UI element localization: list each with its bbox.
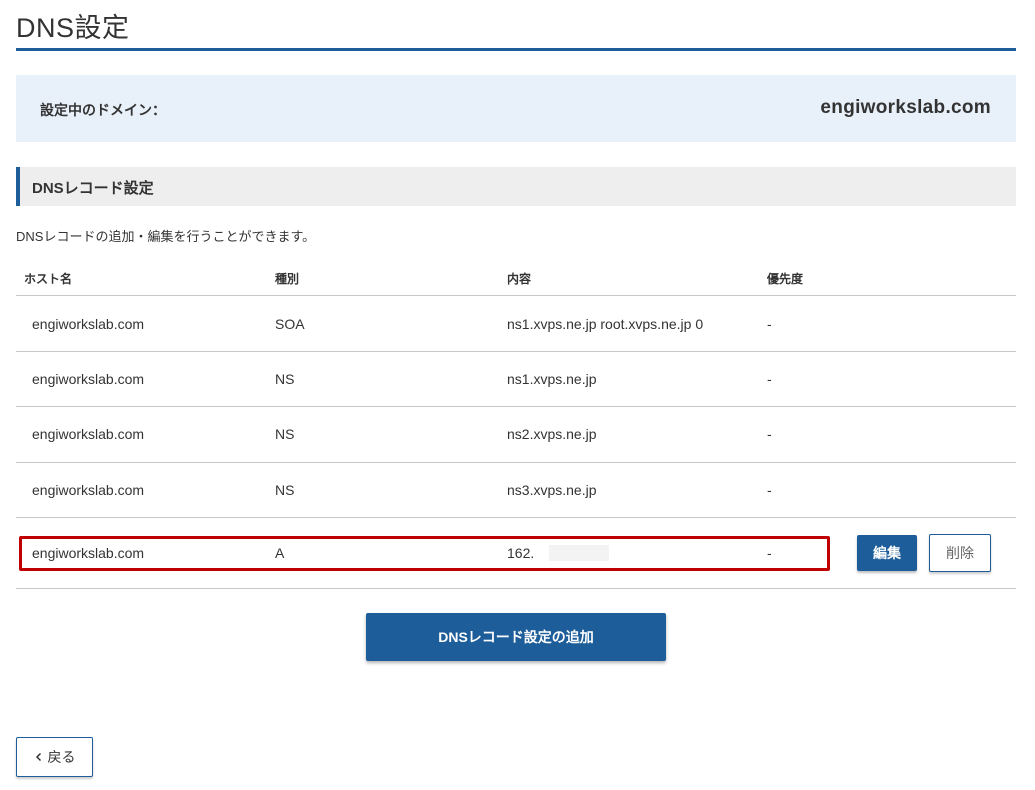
add-dns-record-button[interactable]: DNSレコード設定の追加 — [366, 613, 666, 661]
column-header-type: 種別 — [275, 272, 300, 286]
cell-host: engiworkslab.com — [32, 316, 145, 332]
cell-type: NS — [275, 482, 295, 498]
cell-priority: - — [767, 482, 772, 498]
delete-button[interactable]: 削除 — [929, 534, 991, 572]
current-domain-label: 設定中のドメイン： — [40, 102, 166, 118]
cell-type: SOA — [275, 316, 305, 332]
table-row: engiworkslab.com NS ns3.xvps.ne.jp - — [16, 463, 1016, 518]
table-header: ホスト名 種別 内容 優先度 — [16, 262, 1016, 296]
cell-content: ns3.xvps.ne.jp — [507, 482, 597, 498]
section-title: DNSレコード設定 — [32, 180, 154, 197]
cell-type: NS — [275, 371, 295, 387]
chevron-left-icon — [35, 752, 41, 762]
column-header-host: ホスト名 — [24, 272, 73, 286]
table-row: engiworkslab.com NS ns1.xvps.ne.jp - — [16, 352, 1016, 407]
current-domain-panel: 設定中のドメイン： engiworkslab.com — [16, 75, 1016, 142]
cell-priority: - — [767, 316, 772, 332]
highlight-annotation-box — [19, 536, 830, 571]
current-domain-value: engiworkslab.com — [820, 97, 991, 118]
page-title: DNS設定 — [16, 13, 130, 43]
cell-host: engiworkslab.com — [32, 371, 145, 387]
back-button-label: 戻る — [47, 749, 76, 765]
cell-content: ns2.xvps.ne.jp — [507, 426, 597, 442]
column-header-priority: 優先度 — [767, 272, 804, 286]
cell-content: ns1.xvps.ne.jp — [507, 371, 597, 387]
back-button[interactable]: 戻る — [16, 737, 93, 777]
column-header-content: 内容 — [507, 272, 532, 286]
cell-priority: - — [767, 426, 772, 442]
table-row: engiworkslab.com NS ns2.xvps.ne.jp - — [16, 407, 1016, 463]
cell-priority: - — [767, 371, 772, 387]
cell-type: NS — [275, 426, 295, 442]
title-divider — [16, 48, 1016, 51]
section-header: DNSレコード設定 — [16, 167, 1016, 206]
table-row: engiworkslab.com SOA ns1.xvps.ne.jp root… — [16, 296, 1016, 352]
section-description: DNSレコードの追加・編集を行うことができます。 — [16, 229, 316, 244]
cell-host: engiworkslab.com — [32, 482, 145, 498]
cell-content: ns1.xvps.ne.jp root.xvps.ne.jp 0 — [507, 316, 704, 332]
cell-host: engiworkslab.com — [32, 426, 145, 442]
dns-settings-page: DNS設定 設定中のドメイン： engiworkslab.com DNSレコード… — [0, 0, 1035, 790]
edit-button[interactable]: 編集 — [857, 535, 917, 571]
